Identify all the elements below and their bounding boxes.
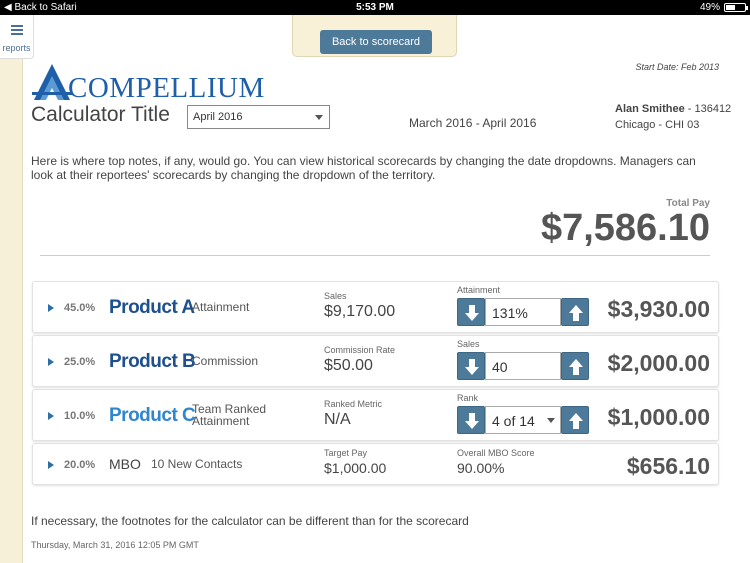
- person-location: Chicago - CHI 03: [615, 119, 700, 131]
- row-stepper-label: Rank: [457, 393, 479, 403]
- row-amount: $656.10: [626, 453, 710, 479]
- divider: [40, 255, 710, 256]
- attainment-input[interactable]: 131%: [485, 298, 561, 326]
- row-metric-label: Target Pay: [324, 448, 368, 458]
- expand-icon[interactable]: [48, 461, 54, 469]
- arrow-up-icon: [569, 359, 583, 375]
- person-id: - 136412: [687, 103, 732, 115]
- chevron-down-icon: [315, 115, 323, 120]
- timestamp: Thursday, March 31, 2016 12:05 PM GMT: [31, 540, 199, 550]
- arrow-down-icon: [465, 305, 479, 321]
- calculator-title: Calculator Title: [31, 103, 170, 126]
- hamburger-icon: [10, 25, 23, 35]
- battery-fill: [726, 5, 735, 10]
- rank-stepper: 4 of 14: [457, 406, 589, 434]
- row-metric-value: $1,000.00: [324, 460, 387, 476]
- row-metric-label: Commission Rate: [324, 345, 396, 355]
- decrement-button[interactable]: [457, 298, 485, 326]
- row-weight: 25.0%: [64, 356, 96, 368]
- increment-button[interactable]: [561, 406, 589, 434]
- footnote: If necessary, the footnotes for the calc…: [31, 514, 469, 528]
- row-metric-label: Sales: [324, 291, 347, 301]
- back-to-scorecard-button[interactable]: Back to scorecard: [320, 30, 432, 54]
- expand-icon[interactable]: [48, 358, 54, 366]
- reports-menu-button[interactable]: reports: [0, 15, 34, 59]
- row-type: Attainment: [192, 300, 250, 314]
- row-metric-value: $9,170.00: [324, 303, 396, 320]
- mbo-score-value: 90.00%: [457, 460, 505, 476]
- component-row-product-c: 10.0% Product C Team Ranked Attainment R…: [32, 389, 719, 441]
- row-name: Product B: [109, 351, 196, 372]
- month-dropdown[interactable]: April 2016: [187, 105, 330, 129]
- arrow-up-icon: [569, 305, 583, 321]
- rank-dropdown[interactable]: 4 of 14: [485, 406, 561, 434]
- row-weight: 10.0%: [64, 410, 96, 422]
- arrow-down-icon: [465, 359, 479, 375]
- increment-button[interactable]: [561, 298, 589, 326]
- rank-dropdown-value: 4 of 14: [492, 413, 535, 429]
- row-name: Product C: [109, 405, 196, 426]
- chevron-down-icon: [547, 418, 555, 423]
- component-row-product-a: 45.0% Product A Attainment Sales $9,170.…: [32, 281, 719, 333]
- start-date: Start Date: Feb 2013: [635, 62, 719, 72]
- arrow-up-icon: [569, 413, 583, 429]
- attainment-stepper: 131%: [457, 298, 589, 326]
- row-name: MBO: [109, 456, 141, 472]
- logo-mark-icon: [32, 64, 72, 100]
- row-metric-label: Ranked Metric: [324, 399, 383, 409]
- decrement-button[interactable]: [457, 352, 485, 380]
- decrement-button[interactable]: [457, 406, 485, 434]
- expand-icon[interactable]: [48, 412, 54, 420]
- row-amount: $3,930.00: [607, 296, 710, 322]
- reports-label: reports: [2, 43, 31, 53]
- person-info: Alan Smithee - 136412 Chicago - CHI 03: [615, 101, 731, 133]
- date-range: March 2016 - April 2016: [409, 116, 537, 130]
- row-stepper-label: Attainment: [457, 285, 501, 295]
- row-amount: $2,000.00: [607, 350, 710, 376]
- component-row-mbo: 20.0% MBO 10 New Contacts Target Pay $1,…: [32, 443, 719, 485]
- row-type: Commission: [192, 354, 259, 368]
- row-metric-value: $50.00: [324, 357, 373, 374]
- clock: 5:53 PM: [356, 2, 394, 13]
- total-pay-value: $7,586.10: [540, 207, 710, 249]
- row-score-label: Overall MBO Score: [457, 448, 535, 458]
- component-row-product-b: 25.0% Product B Commission Commission Ra…: [32, 335, 719, 387]
- expand-icon[interactable]: [48, 304, 54, 312]
- arrow-down-icon: [465, 413, 479, 429]
- sales-input[interactable]: 40: [485, 352, 561, 380]
- sales-stepper: 40: [457, 352, 589, 380]
- row-stepper-label: Sales: [457, 339, 480, 349]
- row-weight: 45.0%: [64, 302, 96, 314]
- month-dropdown-value: April 2016: [193, 111, 243, 123]
- row-type: 10 New Contacts: [151, 457, 243, 471]
- top-tab: Back to scorecard: [292, 15, 457, 57]
- increment-button[interactable]: [561, 352, 589, 380]
- person-name: Alan Smithee: [615, 103, 685, 115]
- row-amount: $1,000.00: [607, 404, 710, 430]
- battery-percent: 49%: [699, 2, 720, 13]
- row-name: Product A: [109, 297, 195, 318]
- battery-indicator: 49%: [699, 2, 748, 13]
- row-type: Team Ranked Attainment: [192, 402, 267, 428]
- top-notes: Here is where top notes, if any, would g…: [31, 154, 696, 182]
- row-weight: 20.0%: [64, 459, 96, 471]
- status-bar: ◀ Back to Safari 5:53 PM 49%: [0, 0, 750, 15]
- battery-icon: [724, 3, 748, 12]
- logo-text: Compellium: [68, 72, 265, 104]
- row-metric-value: N/A: [324, 411, 351, 428]
